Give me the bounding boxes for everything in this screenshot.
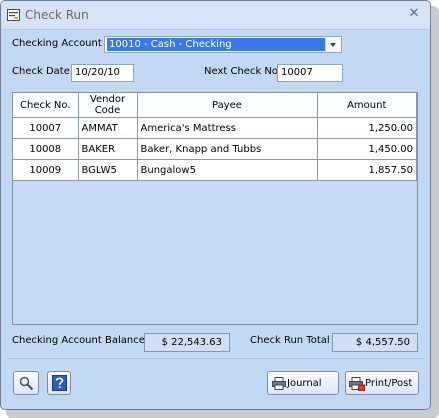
chevron-down-icon — [330, 43, 336, 47]
column-header-check-no[interactable]: Check No. — [13, 93, 79, 118]
column-header-payee[interactable]: Payee — [137, 93, 318, 118]
vendor-code-cell: BAKER — [78, 138, 138, 160]
balance-value: $ 22,543.63 — [144, 333, 230, 352]
title-bar[interactable]: Check Run ✕ — [1, 1, 430, 30]
check-run-total-label: Check Run Total — [250, 335, 330, 346]
help-button[interactable] — [47, 371, 71, 395]
payee-cell: America's Mattress — [137, 117, 318, 139]
app-icon — [7, 9, 20, 21]
table-header-row: Check No. Vendor Code Payee Amount — [13, 93, 417, 118]
check-date-input[interactable]: 10/20/10 — [71, 64, 134, 82]
amount-cell: 1,450.00 — [317, 138, 417, 160]
checks-grid[interactable]: Check No. Vendor Code Payee Amount 10007… — [12, 92, 418, 325]
close-icon[interactable]: ✕ — [407, 7, 421, 21]
print-post-label: Print/Post — [365, 378, 413, 389]
divider — [7, 358, 424, 359]
amount-cell: 1,857.50 — [317, 159, 417, 181]
journal-button[interactable]: Journal — [267, 371, 339, 395]
magnifier-icon — [19, 376, 34, 391]
table-row[interactable]: 10009 BGLW5 Bungalow5 1,857.50 — [13, 159, 417, 181]
zoom-button[interactable] — [13, 371, 39, 395]
payee-cell: Baker, Knapp and Tubbs — [137, 138, 318, 160]
balance-label: Checking Account Balance — [12, 335, 145, 346]
table-row[interactable]: 10008 BAKER Baker, Knapp and Tubbs 1,450… — [13, 138, 417, 160]
check-run-total-value: $ 4,557.50 — [332, 333, 418, 352]
column-header-amount[interactable]: Amount — [317, 93, 417, 118]
checking-account-label: Checking Account — [12, 38, 102, 49]
amount-cell: 1,250.00 — [317, 117, 417, 139]
table-row[interactable]: 10007 AMMAT America's Mattress 1,250.00 — [13, 117, 417, 139]
journal-label: Journal — [287, 378, 322, 389]
print-post-button[interactable]: Print/Post — [345, 371, 419, 395]
check-date-label: Check Date — [12, 66, 70, 77]
checking-account-value: 10010 - Cash - Checking — [107, 38, 326, 51]
printer-post-icon — [349, 377, 365, 391]
dropdown-button[interactable] — [325, 37, 341, 52]
window-title: Check Run — [25, 8, 89, 22]
printer-icon — [272, 377, 286, 390]
check-no-cell: 10008 — [13, 138, 79, 160]
next-check-input[interactable]: 10007 — [277, 64, 343, 82]
checking-account-select[interactable]: 10010 - Cash - Checking — [104, 36, 342, 53]
vendor-code-cell: BGLW5 — [78, 159, 138, 181]
help-icon — [52, 375, 67, 391]
check-run-dialog: Check Run ✕ Checking Account 10010 - Cas… — [0, 0, 431, 410]
check-no-cell: 10009 — [13, 159, 79, 181]
vendor-code-cell: AMMAT — [78, 117, 138, 139]
check-no-cell: 10007 — [13, 117, 79, 139]
payee-cell: Bungalow5 — [137, 159, 318, 181]
column-header-vendor-code[interactable]: Vendor Code — [78, 93, 138, 118]
next-check-label: Next Check No. — [204, 66, 282, 77]
